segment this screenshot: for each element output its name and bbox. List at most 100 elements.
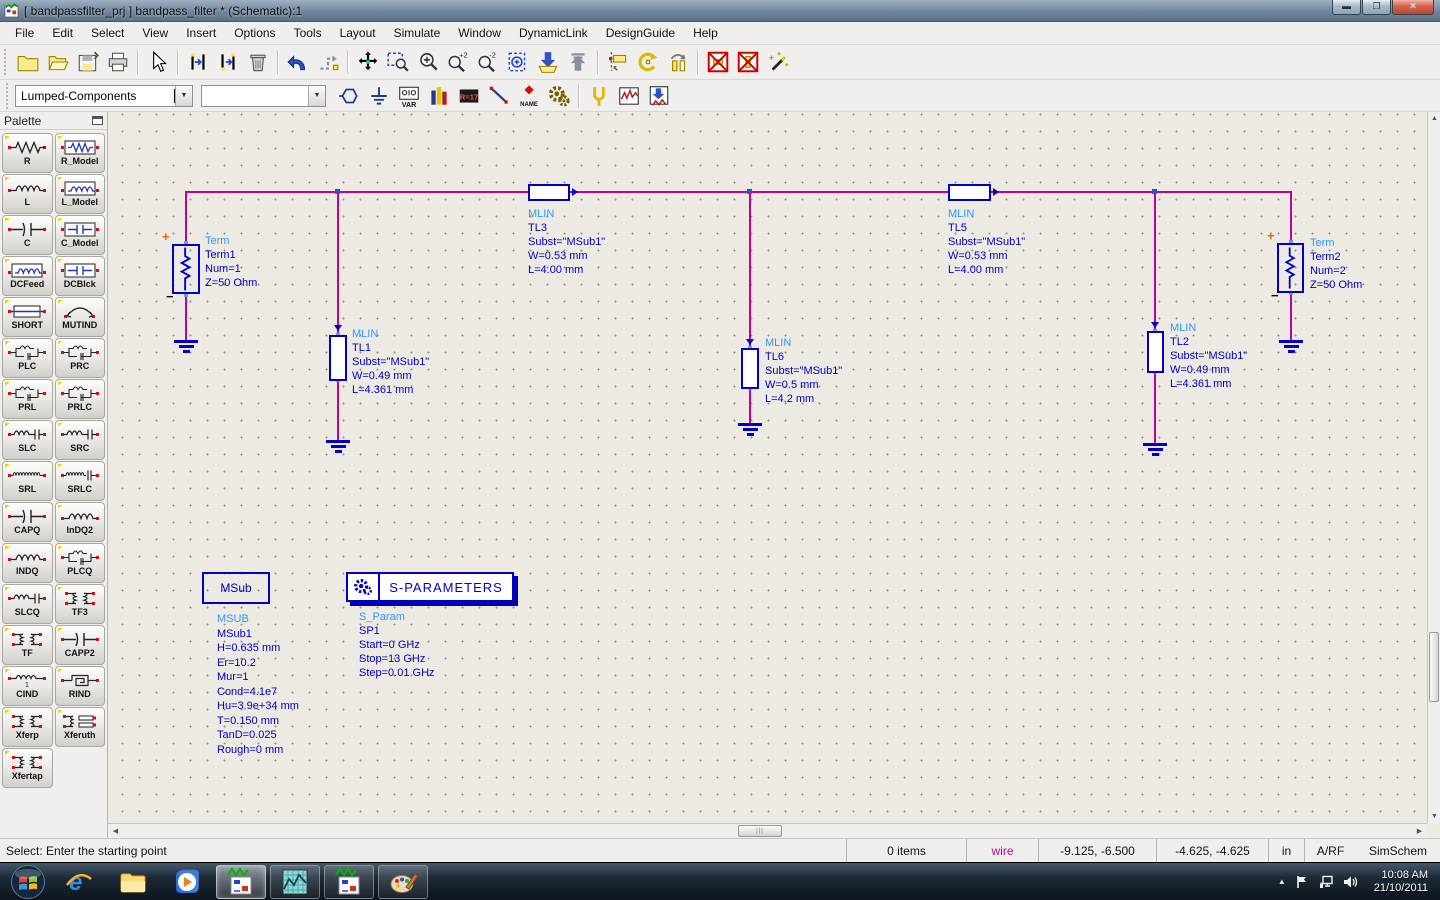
- palette-item-short[interactable]: SHORT: [2, 297, 53, 337]
- insert-component-button[interactable]: [183, 48, 213, 76]
- wire-tl6-gnd[interactable]: [749, 388, 751, 423]
- wire-term2-top[interactable]: [1290, 191, 1292, 243]
- palette-item-slc[interactable]: SLC: [2, 420, 53, 460]
- wire-term1-top[interactable]: [185, 191, 187, 244]
- palette-item-prl[interactable]: PRL: [2, 379, 53, 419]
- taskbar-media-player[interactable]: [162, 865, 212, 899]
- wire-tl2-top[interactable]: [1154, 191, 1156, 332]
- palette-item-xferuth[interactable]: Xferuth: [55, 707, 106, 747]
- component-labels-tl6[interactable]: MLIN TL6 Subst="MSub1" W=0.5 mm L=4.2 mm: [765, 336, 842, 406]
- component-labels-tl5[interactable]: MLIN TL5 Subst="MSub1" W=0.53 mm L=4.00 …: [948, 207, 1025, 277]
- display-setup-button[interactable]: [424, 82, 454, 110]
- chevron-down-icon[interactable]: ▼: [175, 86, 192, 106]
- component-labels-tl2[interactable]: MLIN TL2 Subst="MSub1" W=0.49 mm L=4.361…: [1170, 321, 1247, 391]
- palette-dock-icon[interactable]: [92, 116, 103, 125]
- pop-out-of-hierarchy-button[interactable]: [563, 48, 593, 76]
- palette-item-plc[interactable]: PLC: [2, 338, 53, 378]
- zoom-area-button[interactable]: [383, 48, 413, 76]
- ground-symbol[interactable]: [1143, 443, 1167, 458]
- component-term1[interactable]: [172, 244, 200, 294]
- save-design-button[interactable]: [73, 48, 103, 76]
- push-into-hierarchy-button[interactable]: [533, 48, 563, 76]
- wire-junction[interactable]: [747, 189, 752, 194]
- palette-item-prlc[interactable]: PRLC: [55, 379, 106, 419]
- palette-item-xferp[interactable]: Xferp: [2, 707, 53, 747]
- palette-item-tf3[interactable]: TF3: [55, 584, 106, 624]
- action-center-flag-icon[interactable]: [1294, 874, 1310, 890]
- rotate-button[interactable]: [633, 48, 663, 76]
- close-button[interactable]: ✕: [1392, 0, 1434, 15]
- palette-item-capp2[interactable]: CAPP2: [55, 625, 106, 665]
- open-design-button[interactable]: [43, 48, 73, 76]
- horizontal-scroll-thumb[interactable]: |||: [738, 825, 782, 837]
- palette-item-capq[interactable]: CAPQ: [2, 502, 53, 542]
- menu-tools[interactable]: Tools: [285, 23, 331, 43]
- smart-simulation-wizard-button[interactable]: [763, 48, 793, 76]
- wire-label-button[interactable]: [603, 48, 633, 76]
- toolbar-grip[interactable]: [4, 49, 9, 75]
- menu-designguide[interactable]: DesignGuide: [597, 23, 684, 43]
- ground-symbol[interactable]: [738, 423, 762, 438]
- schematic-canvas[interactable]: + − Term Term1 Num=1 Z=50 Ohm MLIN TL1 S…: [108, 112, 1427, 823]
- name-node-button[interactable]: NAME: [514, 82, 544, 110]
- palette-item-indq[interactable]: INDQ: [2, 543, 53, 583]
- zoom-in-2x-button[interactable]: +2: [443, 48, 473, 76]
- insert-component-alt-button[interactable]: [213, 48, 243, 76]
- move-button[interactable]: [353, 48, 383, 76]
- taskbar-clock[interactable]: 10:08 AM 21/10/2011: [1366, 869, 1436, 895]
- component-history-combo[interactable]: ▼: [201, 85, 326, 107]
- scroll-up-arrow[interactable]: ▲: [1428, 112, 1440, 125]
- ground-symbol[interactable]: [326, 440, 350, 455]
- palette-item-cind[interactable]: CIND: [2, 666, 53, 706]
- zoom-out-2x-button[interactable]: -2: [473, 48, 503, 76]
- minimize-button[interactable]: ▬: [1332, 0, 1361, 15]
- component-labels-tl1[interactable]: MLIN TL1 Subst="MSub1" W=0.49 mm L=4.361…: [352, 327, 429, 397]
- print-button[interactable]: [103, 48, 133, 76]
- wire-junction[interactable]: [335, 189, 340, 194]
- component-labels-term2[interactable]: Term Term2 Num=2 Z=50 Ohm: [1310, 236, 1362, 292]
- menu-help[interactable]: Help: [684, 23, 727, 43]
- zoom-in-button[interactable]: [413, 48, 443, 76]
- start-button[interactable]: [10, 864, 46, 900]
- palette-item-srlc[interactable]: SRLC: [55, 461, 106, 501]
- palette-item-src[interactable]: SRC: [55, 420, 106, 460]
- palette-item-rind[interactable]: RIND: [55, 666, 106, 706]
- component-term2[interactable]: [1277, 243, 1304, 293]
- scroll-left-arrow[interactable]: ◀: [108, 825, 123, 838]
- new-design-button[interactable]: [13, 48, 43, 76]
- deactivate-component-button[interactable]: [703, 48, 733, 76]
- component-sparams-box[interactable]: S-PARAMETERS: [346, 572, 514, 602]
- menu-insert[interactable]: Insert: [177, 23, 225, 43]
- horizontal-scrollbar[interactable]: ◀ ||| ▶: [108, 823, 1427, 838]
- network-icon[interactable]: [1318, 874, 1334, 890]
- palette-item-xfertap[interactable]: Xfertap: [2, 748, 53, 788]
- ground-symbol[interactable]: [1279, 340, 1303, 355]
- show-hidden-icons[interactable]: ▲: [1278, 877, 1286, 886]
- component-tl1[interactable]: [329, 335, 347, 381]
- wire-term1-gnd[interactable]: [185, 295, 187, 340]
- scroll-right-arrow[interactable]: ▶: [1412, 825, 1427, 838]
- palette-item-c[interactable]: C: [2, 215, 53, 255]
- palette-item-slcq[interactable]: SLCQ: [2, 584, 53, 624]
- insert-port-button[interactable]: [334, 82, 364, 110]
- menu-layout[interactable]: Layout: [331, 23, 385, 43]
- taskbar-ads-schematic-2[interactable]: [324, 865, 374, 899]
- save-simulate-button[interactable]: [644, 82, 674, 110]
- taskbar-internet-explorer[interactable]: e: [54, 865, 104, 899]
- wire-tl6-top[interactable]: [749, 191, 751, 349]
- wire-junction[interactable]: [1152, 189, 1157, 194]
- insert-ground-button[interactable]: [364, 82, 394, 110]
- palette-item-r-model[interactable]: R_Model: [55, 133, 106, 173]
- palette-item-plcq[interactable]: PLCQ: [55, 543, 106, 583]
- measurement-button[interactable]: R=17: [454, 82, 484, 110]
- restore-button[interactable]: ❐: [1362, 0, 1391, 15]
- select-pointer-button[interactable]: [143, 48, 173, 76]
- component-tl5[interactable]: [948, 184, 991, 201]
- simulate-button[interactable]: [544, 82, 574, 110]
- plot-window-button[interactable]: [614, 82, 644, 110]
- component-tl6[interactable]: [741, 348, 759, 389]
- palette-item-tf[interactable]: TF: [2, 625, 53, 665]
- palette-item-dcblock[interactable]: DCBlck: [55, 256, 106, 296]
- chevron-down-icon[interactable]: ▼: [308, 86, 325, 106]
- wire-term2-gnd[interactable]: [1290, 293, 1292, 340]
